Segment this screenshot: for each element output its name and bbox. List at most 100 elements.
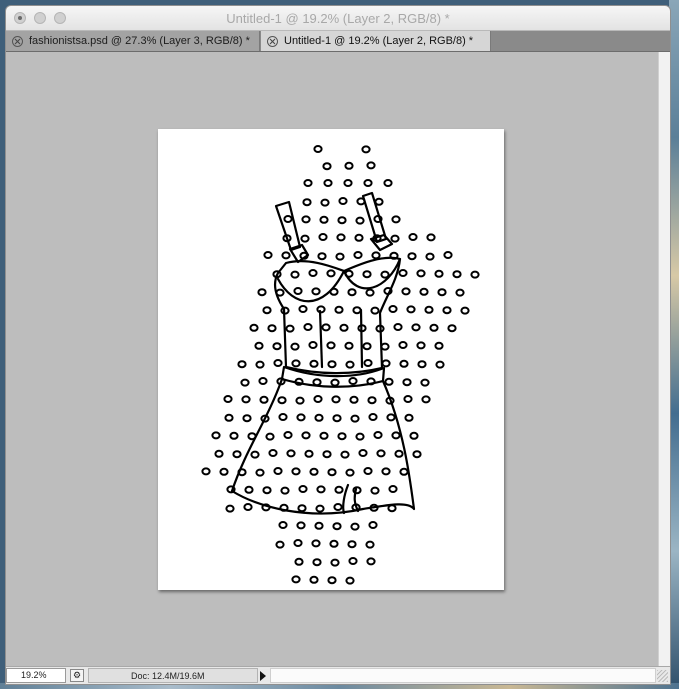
polka-dot: [368, 521, 378, 529]
polka-dot: [340, 450, 350, 459]
polka-dot: [381, 467, 391, 476]
polka-dot: [303, 323, 313, 331]
polka-dot: [322, 162, 332, 171]
polka-dot: [302, 198, 312, 207]
polka-dot: [452, 270, 462, 279]
polka-dot: [370, 486, 380, 495]
polka-dot: [255, 468, 265, 477]
polka-dot: [434, 269, 444, 278]
polka-dot: [355, 432, 365, 441]
polka-dot: [290, 342, 300, 351]
polka-dot: [352, 306, 362, 315]
polka-dot: [295, 396, 305, 405]
polka-dot-dress-artwork: [201, 145, 480, 585]
polka-dot: [304, 449, 314, 458]
polka-dot: [303, 179, 313, 187]
polka-dot: [408, 233, 418, 241]
polka-dot: [345, 468, 355, 477]
polka-dot: [344, 341, 354, 350]
polka-dot: [277, 396, 287, 405]
polka-dot: [358, 449, 368, 457]
polka-dot: [388, 485, 398, 493]
status-arrow-icon[interactable]: [260, 671, 266, 681]
polka-dot: [272, 342, 282, 351]
polka-dot: [339, 323, 349, 332]
polka-dot: [420, 378, 430, 387]
polka-dot: [273, 467, 283, 475]
polka-dot: [319, 431, 329, 440]
canvas-area[interactable]: [6, 52, 658, 666]
horizontal-scrollbar[interactable]: [270, 668, 656, 683]
title-bar[interactable]: Untitled-1 @ 19.2% (Layer 2, RGB/8) *: [6, 6, 670, 31]
polka-dot: [354, 233, 364, 242]
polka-dot: [388, 305, 398, 313]
polka-dot: [296, 521, 306, 530]
polka-dot: [350, 522, 360, 531]
polka-dot: [283, 215, 293, 223]
polka-dot: [240, 378, 250, 387]
polka-dot: [298, 305, 308, 313]
polka-dot: [402, 378, 412, 387]
polka-dot: [389, 251, 399, 260]
tab-fashionistsa[interactable]: fashionistsa.psd @ 27.3% (Layer 3, RGB/8…: [6, 31, 260, 51]
polka-dot: [332, 522, 342, 531]
document-canvas[interactable]: [158, 129, 504, 590]
tab-close-icon[interactable]: [12, 35, 23, 47]
polka-dot: [363, 179, 373, 187]
polka-dot: [401, 287, 411, 296]
polka-dot: [348, 377, 358, 385]
polka-dot: [262, 306, 272, 315]
polka-dot: [429, 323, 439, 332]
polka-dot: [314, 521, 324, 530]
polka-dot: [317, 252, 327, 261]
status-menu-icon[interactable]: ⚙: [70, 669, 84, 682]
polka-dot: [293, 287, 303, 295]
polka-dot: [294, 557, 304, 566]
polka-dot: [393, 323, 403, 331]
polka-dot: [366, 377, 376, 386]
polka-dot: [293, 539, 303, 547]
resize-grip[interactable]: [657, 670, 668, 682]
polka-dot: [330, 378, 340, 387]
vertical-scrollbar[interactable]: [658, 52, 670, 666]
polka-dot: [255, 360, 265, 369]
document-size-info[interactable]: Doc: 12.4M/19.6M: [88, 668, 258, 683]
polka-dot: [447, 324, 457, 333]
polka-dot: [403, 395, 413, 403]
polka-dot: [327, 576, 337, 585]
polka-dot: [201, 467, 211, 476]
polka-dot: [241, 395, 251, 404]
polka-dot: [311, 539, 321, 548]
tab-untitled-1[interactable]: Untitled-1 @ 19.2% (Layer 2, RGB/8) *: [261, 31, 491, 51]
polka-dot: [334, 305, 344, 314]
polka-dot: [416, 341, 426, 350]
polka-dot: [308, 341, 318, 349]
polka-dot: [250, 450, 260, 459]
polka-dot: [319, 215, 329, 224]
zoom-level-field[interactable]: 19.2%: [6, 668, 66, 683]
polka-dot: [366, 161, 376, 170]
polka-dot: [390, 234, 400, 243]
polka-dot: [338, 197, 348, 205]
polka-dot: [365, 288, 375, 297]
polka-dot: [297, 504, 307, 513]
polka-dot: [268, 449, 278, 457]
polka-dot: [366, 557, 376, 566]
tab-close-icon[interactable]: [267, 35, 278, 47]
polka-dot: [314, 413, 324, 422]
polka-dot: [224, 413, 234, 422]
polka-dot: [323, 179, 333, 187]
polka-dot: [322, 450, 332, 459]
polka-dot: [362, 342, 372, 351]
polka-dot: [442, 306, 452, 315]
polka-dot: [443, 251, 453, 259]
polka-dot: [219, 467, 229, 476]
polka-dot: [426, 233, 436, 242]
polka-dot: [291, 359, 301, 368]
polka-dot: [336, 233, 346, 242]
polka-dot: [296, 413, 306, 422]
polka-dot: [419, 287, 429, 296]
polka-dot: [318, 233, 328, 241]
polka-dot: [362, 270, 372, 279]
polka-dot: [370, 306, 380, 315]
